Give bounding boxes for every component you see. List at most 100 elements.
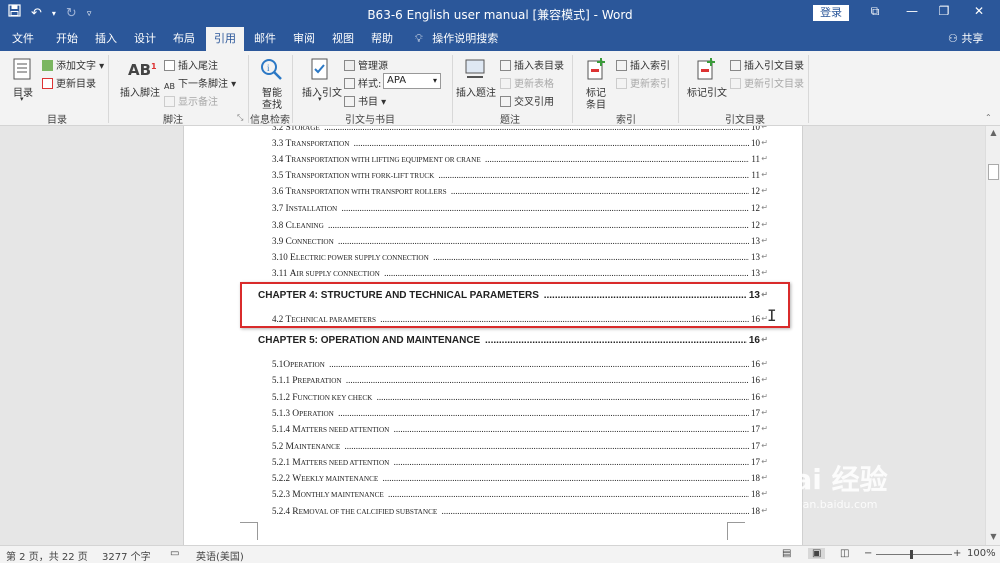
toc-entry[interactable]: 3.11 AIR SUPPLY CONNECTION 13↵ [272,268,768,281]
toc-entry[interactable]: 5.1.2 FUNCTION KEY CHECK 16↵ [272,391,768,405]
zoom-out-button[interactable]: − [864,548,872,559]
tab-design[interactable]: 设计 [128,27,162,51]
toc-entry[interactable]: 3.4 TRANSPORTATION WITH LIFTING EQUIPMEN… [272,154,768,167]
manage-sources-button[interactable]: 管理源 [344,57,388,72]
update-toa-button[interactable]: 更新引文目录 [730,75,804,90]
toc-entry[interactable]: 3.2 STORAGE 10↵ [272,126,768,135]
toc-entry[interactable]: 3.6 TRANSPORTATION WITH TRANSPORT ROLLER… [272,186,768,199]
paragraph-mark-icon: ↵ [761,335,768,344]
show-notes-button[interactable]: 显示备注 [164,93,218,108]
tell-me-search[interactable]: 💡︎ 操作说明搜索 [415,27,498,51]
toc-dropdown-icon: ▾ [20,95,24,103]
bibliography-button[interactable]: 书目 ▾ [344,93,386,108]
paragraph-mark-icon: ↵ [761,170,768,179]
update-index-button[interactable]: 更新索引 [616,75,670,90]
scroll-thumb[interactable] [988,164,999,180]
toc-entry[interactable]: 5.2.3 MONTHLY MAINTENANCE 18↵ [272,489,768,502]
lightbulb-icon: 💡︎ [415,32,423,45]
language[interactable]: 英语(美国) [196,548,244,563]
title-bar: ↶ ▾ ↻ ▿ B63-6 English user manual [兼容模式]… [0,0,1000,27]
tab-home[interactable]: 开始 [50,27,84,51]
tab-insert[interactable]: 插入 [89,27,123,51]
show-notes-label: 显示备注 [178,97,218,108]
toc-entry[interactable]: 3.5 TRANSPORTATION WITH FORK-LIFT TRUCK 1… [272,170,768,183]
toc-entry[interactable]: 5.1.4 MATTERS NEED ATTENTION 17↵ [272,424,768,437]
ribbon-display-options-icon[interactable]: ⧉ [866,4,884,19]
insert-index-button[interactable]: 插入索引 [616,57,670,72]
share-label: 共享 [961,32,984,45]
zoom-slider-thumb[interactable] [910,550,913,559]
vertical-scrollbar[interactable]: ▲ ▼ [985,126,1000,545]
toc-entry[interactable]: 3.8 CLEANING 12↵ [272,220,768,233]
toc-entry[interactable]: 5.2.4 REMOVAL OF THE CALCIFIED SUBSTANCE… [272,505,768,519]
zoom-slider[interactable] [876,554,952,555]
zoom-in-button[interactable]: + [953,548,961,559]
restore-icon[interactable]: ❐ [935,4,953,18]
toc-entry[interactable]: 5.2 MAINTENANCE 17↵ [272,440,768,454]
next-footnote-icon: AB [164,82,175,91]
paragraph-mark-icon: ↵ [761,203,768,212]
toc-leader-dots: 5.1OPERATION [272,359,750,370]
tab-layout[interactable]: 布局 [167,27,201,51]
update-toc-label: 更新目录 [56,79,96,90]
toc-entry[interactable]: 3.10 ELECTRIC POWER SUPPLY CONNECTION 13↵ [272,252,768,265]
tab-references[interactable]: 引用 [206,27,244,51]
toc-page-number: 18 [749,489,760,500]
citation-icon [311,58,328,80]
tab-view[interactable]: 视图 [326,27,360,51]
toc-page-number: 11 [749,170,760,180]
share-button[interactable]: ⚇ 共享 [948,27,983,51]
toc-entry[interactable]: 5.2.2 WEEKLY MAINTENANCE 18↵ [272,473,768,486]
toc-page-number: 10 [749,126,760,132]
page-corner-mark [240,522,258,540]
toc-entry[interactable]: 5.1.3 OPERATION 17↵ [272,407,768,421]
tab-review[interactable]: 审阅 [287,27,321,51]
proofing-icon[interactable]: ▭ [170,548,179,559]
insert-toa-button[interactable]: 插入引文目录 [730,57,804,72]
separator [808,55,809,123]
toc-entry[interactable]: 5.1.1 PREPARATION 16↵ [272,375,768,388]
toc-entry-title: 3.10 ELECTRIC POWER SUPPLY CONNECTION [272,252,431,263]
toc-entry-title: 3.3 TRANSPORTATION [272,138,352,149]
scroll-down-icon[interactable]: ▼ [986,532,1000,541]
next-footnote-button[interactable]: AB 下一条脚注 ▾ [164,75,236,93]
update-table-button[interactable]: 更新表格 [500,75,554,90]
toc-entry[interactable]: 5.1OPERATION 16↵ [272,359,768,372]
style-label-text: 样式: [358,79,382,90]
tell-me-label: 操作说明搜索 [432,32,499,45]
toc-entry[interactable]: 3.3 TRANSPORTATION 10↵ [272,138,768,151]
tab-file[interactable]: 文件 [6,27,40,51]
paragraph-mark-icon: ↵ [761,138,768,147]
login-button[interactable]: 登录 [813,5,849,21]
toc-chapter-entry[interactable]: CHAPTER 5: OPERATION AND MAINTENANCE 16↵ [258,335,768,348]
collapse-ribbon-icon[interactable]: ⌃ [985,113,992,122]
cross-reference-button[interactable]: 交叉引用 [500,93,554,108]
page-count[interactable]: 第 2 页，共 22 页 [6,548,88,563]
toc-entry[interactable]: 5.2.1 MATTERS NEED ATTENTION 17↵ [272,456,768,470]
insert-toa-label: 插入引文目录 [744,61,804,72]
print-layout-icon[interactable]: ▣ [808,548,826,559]
insert-endnote-button[interactable]: 插入尾注 [164,57,218,72]
minimize-icon[interactable]: — [903,4,921,18]
tab-help[interactable]: 帮助 [365,27,399,51]
toc-entry[interactable]: 3.9 CONNECTION 13↵ [272,236,768,249]
zoom-level[interactable]: 100% [967,548,996,559]
separator [108,55,109,123]
dialog-launcher-icon[interactable]: ⤡ [237,113,243,123]
scroll-up-icon[interactable]: ▲ [986,128,1000,137]
toc-entry-title: 5.1OPERATION [272,359,327,370]
insert-table-of-figures-button[interactable]: 插入表目录 [500,57,564,72]
close-icon[interactable]: ✕ [970,4,988,18]
update-toc-button[interactable]: 更新目录 [42,75,96,90]
group-label-index: 索引 [616,115,636,126]
citation-style-select[interactable]: APA ▾ [383,73,441,89]
toc-page-number: 16 [749,391,760,402]
add-text-button[interactable]: 添加文字 ▾ [42,57,104,72]
web-layout-icon[interactable]: ◫ [840,548,849,559]
toc-entry[interactable]: 3.7 INSTALLATION 12↵ [272,203,768,216]
paragraph-mark-icon: ↵ [761,186,768,195]
read-mode-icon[interactable]: ▤ [782,548,791,559]
table-of-figures-icon [500,60,511,71]
tab-mailings[interactable]: 邮件 [248,27,282,51]
word-count[interactable]: 3277 个字 [102,548,151,563]
